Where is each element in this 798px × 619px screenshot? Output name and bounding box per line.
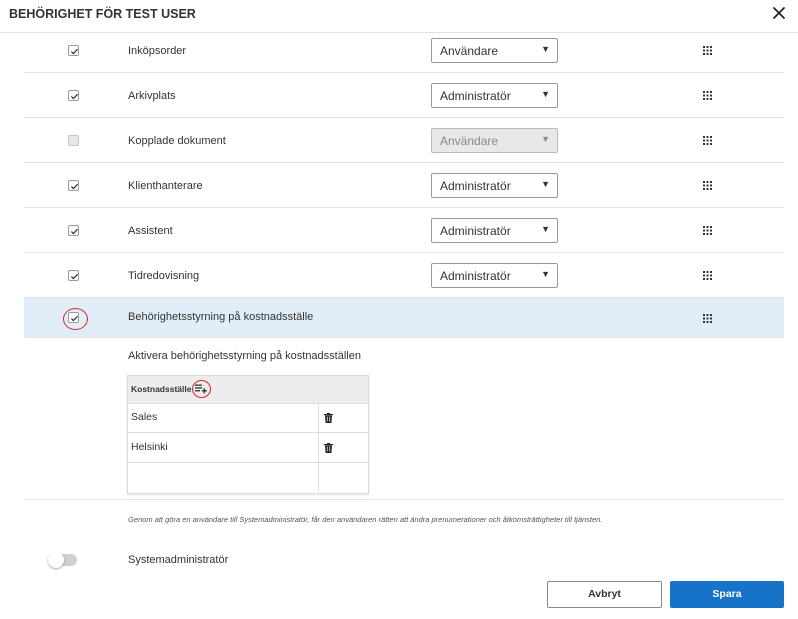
check-icon — [70, 183, 79, 190]
grid-menu-icon[interactable] — [703, 314, 712, 323]
dropdown-arrow-icon: ▼ — [541, 134, 550, 144]
sysadmin-label: Systemadministratör — [128, 554, 229, 566]
sysadmin-toggle[interactable] — [48, 552, 77, 568]
dropdown-arrow-icon: ▼ — [541, 89, 550, 99]
permission-label: Kopplade dokument — [128, 135, 226, 147]
permission-row: Tidredovisning Administratör ▼ — [24, 253, 784, 298]
close-icon[interactable] — [772, 6, 786, 20]
cost-center-row: Behörighetsstyrning på kostnadsställe — [24, 298, 784, 338]
section-divider — [24, 499, 784, 500]
sysadmin-note: Genom att göra en användare till Systema… — [128, 515, 603, 524]
table-row[interactable] — [128, 463, 368, 492]
permission-row: Assistent Administratör ▼ — [24, 208, 784, 253]
cost-center-table: Kostnadsställe Sales Helsinki — [127, 375, 369, 494]
table-row: Sales — [128, 403, 368, 433]
role-select-value: Administratör — [440, 224, 511, 238]
table-header-label: Kostnadsställe — [131, 384, 192, 394]
permission-row: Klienthanterare Administratör ▼ — [24, 163, 784, 208]
permission-checkbox[interactable] — [68, 270, 79, 281]
check-icon — [70, 93, 79, 100]
permission-checkbox[interactable] — [68, 90, 79, 101]
role-select[interactable]: Administratör ▼ — [431, 263, 558, 288]
grid-menu-icon[interactable] — [703, 181, 712, 190]
grid-menu-icon[interactable] — [703, 46, 712, 55]
cost-center-name: Helsinki — [131, 441, 168, 453]
annotation-circle — [192, 380, 211, 398]
grid-menu-icon[interactable] — [703, 136, 712, 145]
grid-menu-icon[interactable] — [703, 271, 712, 280]
table-header: Kostnadsställe — [128, 376, 368, 404]
permission-row: Kopplade dokument Användare ▼ — [24, 118, 784, 163]
check-icon — [70, 48, 79, 55]
role-select-value: Administratör — [440, 269, 511, 283]
role-select-value: Användare — [440, 134, 499, 148]
permission-checkbox[interactable] — [68, 135, 79, 146]
permission-checkbox[interactable] — [68, 225, 79, 236]
toggle-knob — [48, 552, 64, 568]
dropdown-arrow-icon: ▼ — [541, 179, 550, 189]
role-select[interactable]: Administratör ▼ — [431, 83, 558, 108]
cancel-button[interactable]: Avbryt — [547, 581, 662, 608]
column-divider — [318, 463, 319, 492]
dropdown-arrow-icon: ▼ — [541, 224, 550, 234]
permission-row: Arkivplats Administratör ▼ — [24, 73, 784, 118]
role-select[interactable]: Användare ▼ — [431, 38, 558, 63]
trash-icon[interactable] — [324, 443, 333, 453]
dropdown-arrow-icon: ▼ — [541, 44, 550, 54]
permission-label: Arkivplats — [128, 90, 176, 102]
column-divider — [318, 433, 319, 462]
cost-center-name: Sales — [131, 411, 158, 423]
check-icon — [70, 273, 79, 280]
permission-label: Klienthanterare — [128, 180, 203, 192]
check-icon — [70, 228, 79, 235]
save-button[interactable]: Spara — [670, 581, 784, 608]
role-select-value: Administratör — [440, 179, 511, 193]
grid-menu-icon[interactable] — [703, 91, 712, 100]
dialog-title: BEHÖRIGHET FÖR TEST USER — [9, 7, 196, 21]
role-select-value: Användare — [440, 44, 499, 58]
annotation-circle — [63, 308, 88, 330]
dropdown-arrow-icon: ▼ — [541, 269, 550, 279]
role-select[interactable]: Administratör ▼ — [431, 218, 558, 243]
role-select[interactable]: Administratör ▼ — [431, 173, 558, 198]
role-select-value: Administratör — [440, 89, 511, 103]
permission-label: Tidredovisning — [128, 270, 200, 282]
grid-menu-icon[interactable] — [703, 226, 712, 235]
role-select: Användare ▼ — [431, 128, 558, 153]
cost-center-label: Behörighetsstyrning på kostnadsställe — [128, 311, 314, 323]
permission-checkbox[interactable] — [68, 45, 79, 56]
column-divider — [318, 403, 319, 432]
trash-icon[interactable] — [324, 413, 333, 423]
permission-label: Inköpsorder — [128, 45, 187, 57]
cost-center-subtext: Aktivera behörighetsstyrning på kostnads… — [128, 350, 361, 362]
permission-checkbox[interactable] — [68, 180, 79, 191]
table-row: Helsinki — [128, 433, 368, 463]
permission-row: Inköpsorder Användare ▼ — [24, 28, 784, 73]
permission-label: Assistent — [128, 225, 173, 237]
